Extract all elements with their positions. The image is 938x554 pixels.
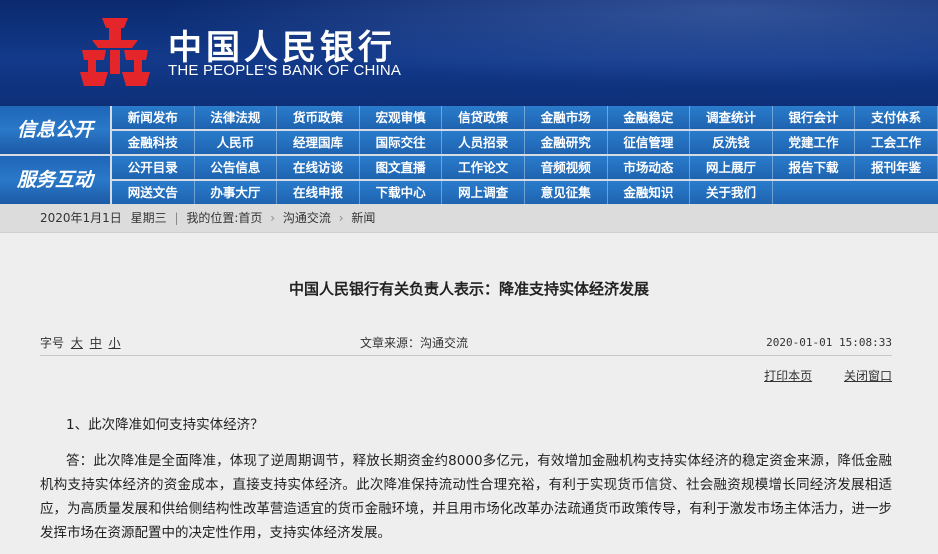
nav-public-item[interactable]: 反洗钱 xyxy=(690,131,773,154)
nav-service-item[interactable]: 公告信息 xyxy=(195,156,278,179)
breadcrumb-divider: | xyxy=(174,211,179,225)
breadcrumb-location-label: 我的位置: xyxy=(186,211,239,225)
nav-service-item[interactable]: 图文直播 xyxy=(360,156,443,179)
site-name-en[interactable]: THE PEOPLE'S BANK OF CHINA xyxy=(168,62,401,79)
breadcrumb-date: 2020年1月1日 xyxy=(40,211,122,225)
breadcrumb-item-home[interactable]: 首页 xyxy=(238,211,262,225)
article-title: 中国人民银行有关负责人表示：降准支持实体经济发展 xyxy=(288,280,649,298)
main-nav: 信息公开 新闻发布 法律法规 货币政策 宏观审慎 信贷政策 金融市场 金融稳定 调查统计 银行会… xyxy=(0,106,938,204)
article-body: 1、此次降准如何支持实体经济？ 答：此次降准是全面降准，体现了逆周期调节，释放长… xyxy=(40,413,892,545)
article-datetime: 2020-01-01 15:08:33 xyxy=(766,336,892,349)
nav-public-item[interactable]: 党建工作 xyxy=(773,131,856,154)
nav-service-item[interactable]: 报刊年鉴 xyxy=(855,156,938,179)
breadcrumb-bar: 2020年1月1日 星期三 | 我的位置:首页 › 沟通交流 › 新闻 xyxy=(0,204,938,233)
nav-public-item[interactable]: 人民币 xyxy=(195,131,278,154)
nav-service-item[interactable]: 在线申报 xyxy=(277,181,360,204)
nav-service-block: 服务互动 公开目录 公告信息 在线访谈 图文直播 工作论文 音频视频 市场动态 网上展厅 报告下… xyxy=(0,156,938,204)
nav-service-item[interactable]: 下载中心 xyxy=(360,181,443,204)
nav-service-item[interactable]: 在线访谈 xyxy=(277,156,360,179)
nav-public-item[interactable]: 货币政策 xyxy=(277,106,360,129)
breadcrumb-weekday: 星期三 xyxy=(130,211,167,225)
nav-public-item[interactable]: 金融稳定 xyxy=(608,106,691,129)
nav-service-item[interactable]: 网上调查 xyxy=(442,181,525,204)
font-size-switch: 字号 大 中 小 xyxy=(40,331,121,355)
nav-public-item[interactable]: 经理国库 xyxy=(277,131,360,154)
site-header: 中国人民银行 THE PEOPLE'S BANK OF CHINA xyxy=(0,0,938,106)
nav-public-item[interactable]: 金融研究 xyxy=(525,131,608,154)
font-size-large-link[interactable]: 大 xyxy=(71,336,83,350)
nav-service-label: 服务互动 xyxy=(0,156,110,204)
nav-service-item[interactable]: 办事大厅 xyxy=(195,181,278,204)
nav-public-item[interactable]: 金融市场 xyxy=(525,106,608,129)
nav-service-item[interactable]: 公开目录 xyxy=(112,156,195,179)
nav-public-item[interactable]: 信贷政策 xyxy=(442,106,525,129)
nav-public-item[interactable]: 征信管理 xyxy=(608,131,691,154)
nav-service-row-2: 网送文告 办事大厅 在线申报 下载中心 网上调查 意见征集 金融知识 关于我们 xyxy=(112,181,938,204)
font-size-small-link[interactable]: 小 xyxy=(109,336,121,350)
nav-public-item[interactable]: 法律法规 xyxy=(195,106,278,129)
breadcrumb-sep-icon: › xyxy=(338,211,344,225)
font-size-label: 字号 xyxy=(40,336,65,350)
article-tools: 打印本页 关闭窗口 xyxy=(736,367,892,384)
pboc-logo-icon[interactable] xyxy=(80,16,150,88)
nav-service-item[interactable]: 关于我们 xyxy=(690,181,773,204)
breadcrumb-sep-icon: › xyxy=(270,211,276,225)
nav-service-item[interactable]: 网送文告 xyxy=(112,181,195,204)
nav-service-item[interactable]: 市场动态 xyxy=(608,156,691,179)
nav-public-item[interactable]: 人员招录 xyxy=(442,131,525,154)
article-source: 文章来源：沟通交流 xyxy=(360,336,469,350)
nav-public-item[interactable]: 工会工作 xyxy=(855,131,938,154)
nav-public-item[interactable]: 新闻发布 xyxy=(112,106,195,129)
nav-service-row-1: 公开目录 公告信息 在线访谈 图文直播 工作论文 音频视频 市场动态 网上展厅 报告下载 报刊年鉴 xyxy=(112,156,938,179)
breadcrumb-item-communication[interactable]: 沟通交流 xyxy=(283,211,331,225)
nav-public-label: 信息公开 xyxy=(0,106,110,154)
nav-public-row-1: 新闻发布 法律法规 货币政策 宏观审慎 信贷政策 金融市场 金融稳定 调查统计 银行会计 支付体系 xyxy=(112,106,938,129)
nav-public-item[interactable]: 支付体系 xyxy=(855,106,938,129)
article-container: 中国人民银行有关负责人表示：降准支持实体经济发展 字号 大 中 小 文章来源：沟… xyxy=(0,233,938,554)
breadcrumb: 2020年1月1日 星期三 | 我的位置:首页 › 沟通交流 › 新闻 xyxy=(40,204,375,232)
nav-public-block: 信息公开 新闻发布 法律法规 货币政策 宏观审慎 信贷政策 金融市场 金融稳定 调查统计 银行会… xyxy=(0,106,938,154)
nav-service-item[interactable]: 金融知识 xyxy=(608,181,691,204)
nav-service-item[interactable]: 工作论文 xyxy=(442,156,525,179)
article-question: 1、此次降准如何支持实体经济？ xyxy=(66,417,264,433)
print-page-link[interactable]: 打印本页 xyxy=(764,369,812,383)
nav-public-item[interactable]: 调查统计 xyxy=(690,106,773,129)
nav-public-item[interactable]: 国际交往 xyxy=(360,131,443,154)
nav-public-item[interactable]: 银行会计 xyxy=(773,106,856,129)
nav-public-item[interactable]: 宏观审慎 xyxy=(360,106,443,129)
nav-public-item[interactable]: 金融科技 xyxy=(112,131,195,154)
article-meta: 字号 大 中 小 文章来源：沟通交流 2020-01-01 15:08:33 xyxy=(40,331,892,356)
nav-public-row-2: 金融科技 人民币 经理国库 国际交往 人员招录 金融研究 征信管理 反洗钱 党建工作 工会工作 xyxy=(112,131,938,154)
nav-service-item[interactable]: 意见征集 xyxy=(525,181,608,204)
font-size-medium-link[interactable]: 中 xyxy=(90,336,102,350)
close-window-link[interactable]: 关闭窗口 xyxy=(844,369,892,383)
nav-service-item[interactable]: 网上展厅 xyxy=(690,156,773,179)
article-answer: 答：此次降准是全面降准，体现了逆周期调节，释放长期资金约8000多亿元，有效增加… xyxy=(40,453,892,541)
nav-service-item[interactable]: 音频视频 xyxy=(525,156,608,179)
breadcrumb-item-news[interactable]: 新闻 xyxy=(351,211,375,225)
nav-service-item[interactable]: 报告下载 xyxy=(773,156,856,179)
